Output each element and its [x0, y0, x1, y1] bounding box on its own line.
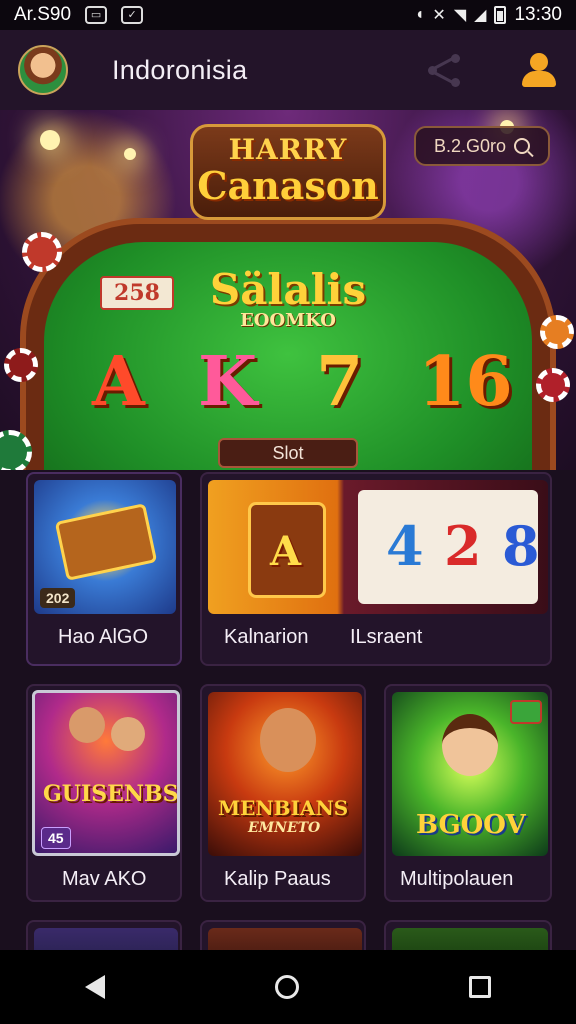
game-card-4[interactable]: GUISENBS 45 Mav AKO	[26, 684, 182, 902]
game-card-5[interactable]: MENBIANS EMNETO Kalip Paaus	[200, 684, 366, 902]
status-bar: Ar.S90 ▭ ✓ ◖ ✕ ◥ ◢ 13:30	[0, 0, 576, 30]
reel-2: 2	[444, 514, 482, 578]
page-title: Indoronisia	[112, 54, 248, 85]
balance-chip[interactable]: B.2.G0ro	[414, 126, 550, 166]
logo-line1: HARRY	[228, 133, 348, 166]
game-label-3: ILsraent	[350, 626, 423, 648]
symbol-7: 7	[316, 342, 364, 422]
character-face	[442, 714, 498, 776]
symbol-a: A	[92, 342, 145, 422]
game-card-6[interactable]: BGOOV Multipolauen	[384, 684, 552, 902]
share-icon[interactable]	[426, 52, 462, 88]
mute-icon: ✕	[432, 7, 446, 24]
balance-value: B.2.G0ro	[433, 135, 507, 156]
thumb-title-5: MENBIANS	[218, 796, 349, 820]
character-face	[111, 717, 145, 751]
reel-3: 8	[502, 514, 540, 578]
wifi-icon: ◥	[453, 7, 467, 24]
spotlight-small	[124, 148, 136, 160]
back-icon[interactable]	[85, 975, 105, 999]
game-label-2: Kalnarion	[224, 626, 309, 648]
app-icon: ✓	[121, 6, 144, 24]
game-card-2[interactable]: A 4 2 8 Kalnarion ILsraent	[200, 472, 552, 666]
avatar[interactable]	[18, 45, 68, 95]
recents-icon[interactable]	[469, 976, 491, 998]
gallery-icon: ▭	[85, 6, 108, 24]
nfc-icon: ◖	[414, 6, 425, 23]
logo-line2: Canason	[197, 163, 379, 208]
game-label-1: Hao AlGO	[58, 626, 149, 648]
slot-button[interactable]: Slot	[218, 438, 358, 468]
symbol-k: K	[198, 342, 258, 422]
app-screen: Ar.S90 ▭ ✓ ◖ ✕ ◥ ◢ 13:30 Indoronisia HAR…	[0, 0, 576, 1024]
game-label-5: Kalip Paaus	[224, 868, 331, 890]
search-icon[interactable]	[514, 138, 531, 154]
home-icon[interactable]	[275, 975, 299, 999]
thumb-title-6: BGOOV	[416, 810, 526, 840]
treasure-chest-icon	[54, 503, 158, 581]
casino-logo: HARRY Canason	[190, 124, 386, 220]
game-label-4: Mav AKO	[62, 868, 147, 890]
game-thumb-4: GUISENBS 45	[32, 690, 180, 856]
spotlight-left	[40, 130, 60, 150]
chip-decoration	[540, 315, 574, 349]
thumb-letter: A	[270, 528, 302, 575]
felt-subtitle: EOOMKO	[240, 310, 336, 331]
profile-icon[interactable]	[520, 51, 558, 89]
signal-icon: ◢	[474, 7, 487, 24]
app-header: Indoronisia	[0, 30, 576, 110]
jackpot-tag: 258	[100, 276, 174, 310]
chip-decoration	[536, 368, 570, 402]
chip-decoration	[22, 232, 62, 272]
status-time: 13:30	[514, 4, 562, 25]
navigation-bar	[0, 950, 576, 1024]
game-badge-1: 202	[40, 588, 76, 608]
chip-decoration	[4, 348, 38, 382]
game-label-6: Multipolauen	[400, 868, 514, 890]
status-right: ◖ ✕ ◥ ◢ 13:30	[415, 4, 562, 26]
game-thumb-5: MENBIANS EMNETO	[208, 692, 362, 856]
status-carrier: Ar.S90	[14, 4, 72, 25]
character-face	[69, 707, 105, 743]
status-left: Ar.S90 ▭ ✓	[14, 4, 144, 26]
character-face	[260, 708, 316, 772]
hero-banner[interactable]: HARRY Canason B.2.G0ro 258 Sälalis EOOMK…	[0, 110, 576, 470]
game-thumb-2: A 4 2 8	[208, 480, 548, 614]
game-thumb-6: BGOOV	[392, 692, 548, 856]
game-thumb-1: 202	[34, 480, 176, 614]
reel-1: 4	[386, 514, 424, 578]
thumb-title-4: GUISENBS	[43, 781, 179, 807]
bonus-icon	[510, 700, 542, 724]
thumb-sub-5: EMNETO	[248, 820, 321, 836]
symbol-16: 16	[418, 342, 513, 422]
battery-icon	[494, 6, 507, 24]
felt-title: Sälalis	[209, 265, 367, 314]
game-card-1[interactable]: 202 Hao AlGO	[26, 472, 182, 666]
game-badge-4: 45	[41, 827, 71, 849]
